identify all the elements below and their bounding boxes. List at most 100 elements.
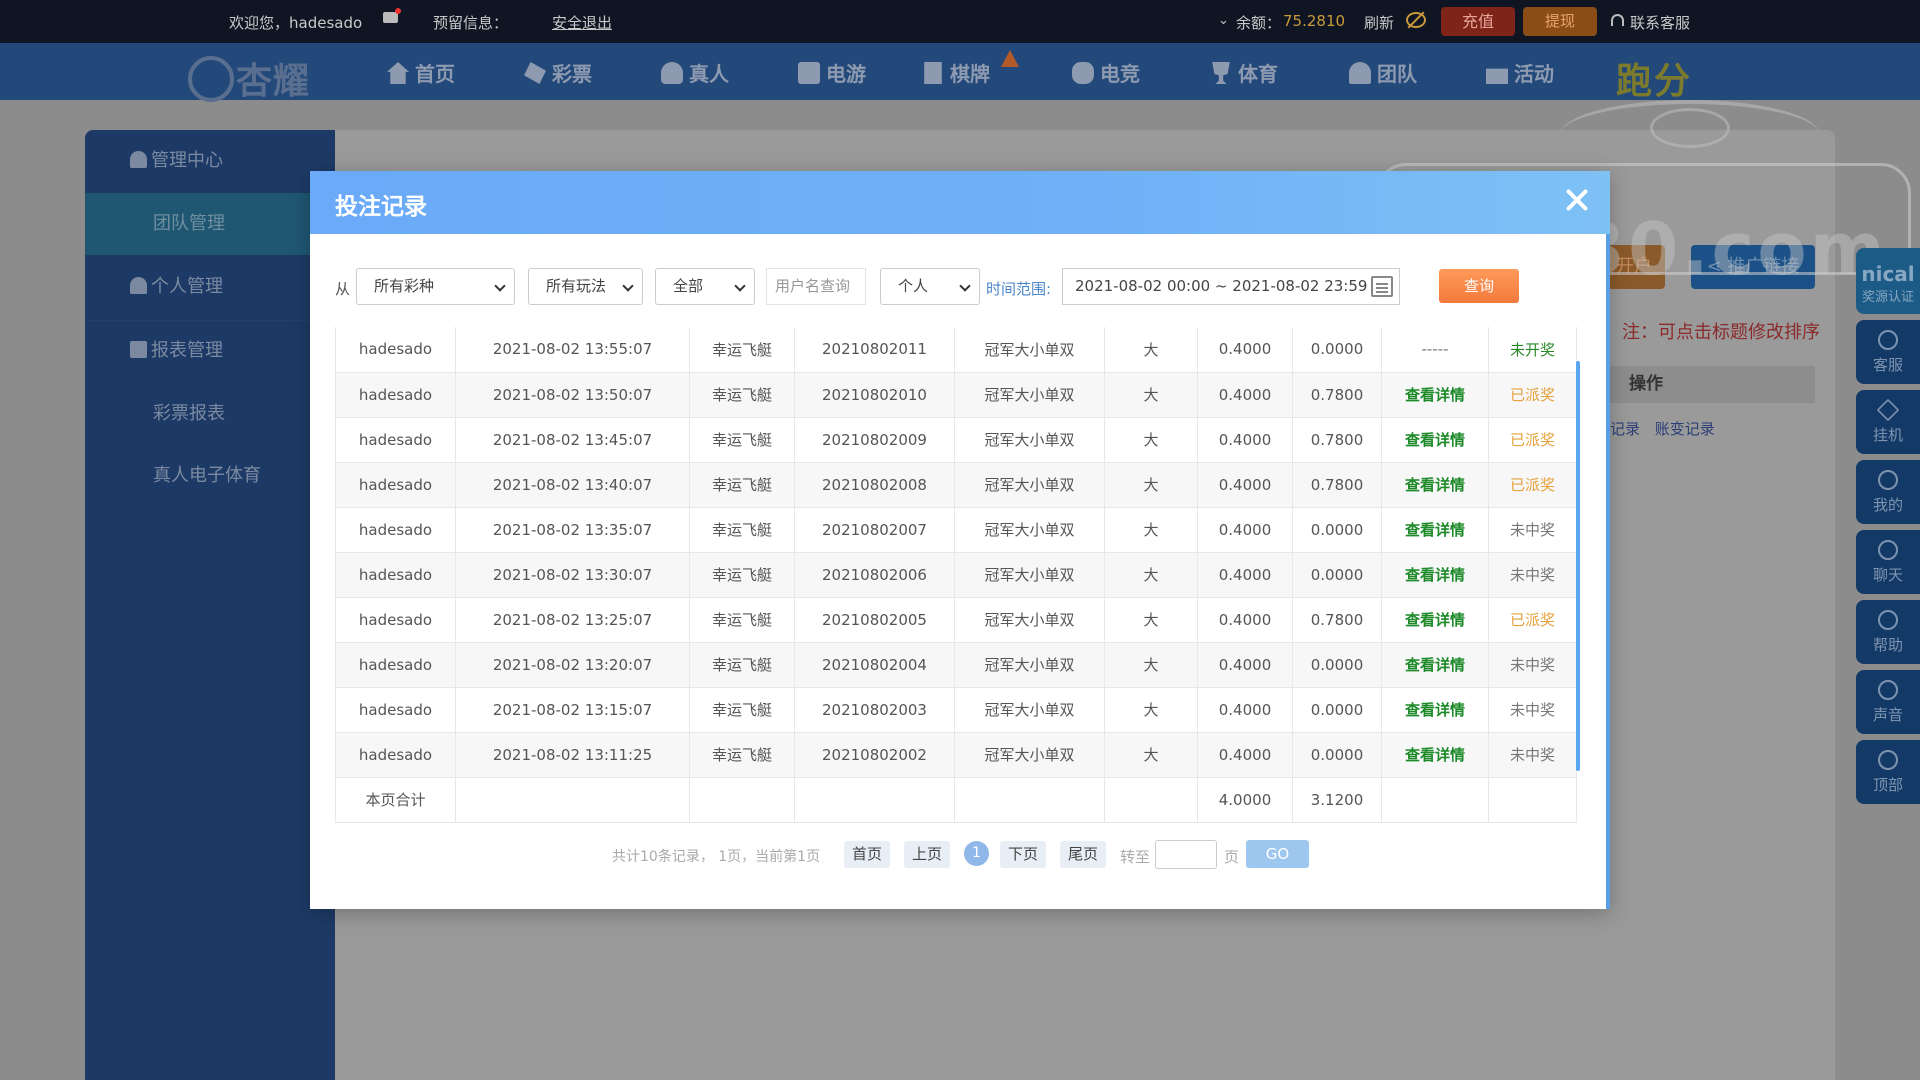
nav-slots[interactable]: 电游 (798, 58, 866, 86)
bet-amount-cell: 0.4000 (1197, 732, 1293, 778)
view-detail-link[interactable]: 查看详情 (1381, 597, 1489, 643)
sidebar-item-lottery-report[interactable]: 彩票报表 (85, 383, 335, 445)
issue-cell: 20210802010 (794, 372, 955, 418)
right-bar-top[interactable]: 顶部 (1856, 740, 1920, 804)
support-link[interactable]: 联系客服 (1630, 12, 1690, 33)
watermark-ornament-swirl (1650, 108, 1730, 148)
modal-scrollbar[interactable] (1606, 234, 1610, 909)
user-icon (130, 277, 147, 294)
nav-home[interactable]: 首页 (387, 58, 455, 86)
card-icon (924, 62, 942, 84)
bet-time-cell: 2021-08-02 13:11:25 (455, 732, 690, 778)
bet-amount-cell: 0.4000 (1197, 507, 1293, 553)
bet-content-cell: 大 (1104, 687, 1198, 733)
right-bar-chat[interactable]: 聊天 (1856, 530, 1920, 594)
bet-content-cell: 大 (1104, 417, 1198, 463)
bet-time-cell: 2021-08-02 13:25:07 (455, 597, 690, 643)
status-select[interactable]: 全部 (655, 268, 755, 305)
bet-time-cell: 2021-08-02 13:15:07 (455, 687, 690, 733)
site-logo[interactable]: 杏耀 (187, 52, 310, 104)
right-bar-help[interactable]: 帮助 (1856, 600, 1920, 664)
right-bar-support[interactable]: 客服 (1856, 320, 1920, 384)
win-amount-cell: 0.0000 (1292, 327, 1382, 373)
query-button[interactable]: 查询 (1439, 269, 1519, 303)
issue-cell: 20210802011 (794, 327, 955, 373)
recharge-button[interactable]: 充值 (1441, 7, 1515, 36)
gamepad-icon (1072, 62, 1094, 84)
bet-amount-cell: 0.4000 (1197, 417, 1293, 463)
date-range-input[interactable]: 2021-08-02 00:00 ~ 2021-08-02 23:59 (1062, 268, 1400, 305)
next-page-button[interactable]: 下页 (1000, 841, 1047, 868)
sidebar-item-personal[interactable]: 个人管理 (85, 256, 335, 318)
mail-icon[interactable] (383, 8, 401, 23)
sidebar-item-live-report[interactable]: 真人电子体育 (85, 445, 335, 507)
chevron-down-icon[interactable]: ⌄ (1218, 13, 1229, 28)
sort-note: 注：可点击标题修改排序 (1622, 322, 1820, 343)
current-page[interactable]: 1 (964, 841, 989, 866)
top-strip: 欢迎您，hadesado 预留信息： 安全退出 ⌄ 余额： 75.2810 刷新… (0, 0, 1920, 43)
lottery-cell: 幸运飞艇 (689, 597, 795, 643)
play-cell: 冠军大小单双 (954, 372, 1105, 418)
balance-change-link[interactable]: 账变记录 (1655, 420, 1715, 438)
issue-cell: 20210802006 (794, 552, 955, 598)
nav-live[interactable]: 真人 (661, 58, 729, 86)
issue-cell: 20210802009 (794, 417, 955, 463)
view-detail-link[interactable]: 查看详情 (1381, 732, 1489, 778)
view-detail-link[interactable]: 查看详情 (1381, 552, 1489, 598)
lottery-select[interactable]: 所有彩种 (356, 268, 515, 305)
dealer-icon (661, 62, 683, 84)
scope-select[interactable]: 个人 (880, 268, 980, 305)
right-bar-sound[interactable]: 声音 (1856, 670, 1920, 734)
calendar-icon[interactable] (1371, 276, 1393, 297)
play-cell: 冠军大小单双 (954, 417, 1105, 463)
modal-title: 投注记录 (335, 194, 427, 220)
lottery-cell: 幸运飞艇 (689, 372, 795, 418)
view-detail-link[interactable]: 查看详情 (1381, 687, 1489, 733)
play-cell: 冠军大小单双 (954, 732, 1105, 778)
bet-amount-cell: 0.4000 (1197, 687, 1293, 733)
view-detail-link[interactable]: 查看详情 (1381, 417, 1489, 463)
certification-badge[interactable]: nical 奖源认证 (1856, 248, 1920, 314)
username-cell: hadesado (335, 597, 456, 643)
last-page-button[interactable]: 尾页 (1060, 841, 1107, 868)
sidebar-item-manage-center[interactable]: 管理中心 (85, 130, 335, 192)
table-scrollbar[interactable] (1576, 361, 1580, 771)
play-select[interactable]: 所有玩法 (528, 268, 643, 305)
withdraw-button[interactable]: 提现 (1523, 7, 1597, 36)
chevron-down-icon (494, 280, 506, 292)
win-amount-cell: 0.7800 (1292, 597, 1382, 643)
prev-page-button[interactable]: 上页 (904, 841, 951, 868)
nav-sports[interactable]: 体育 (1210, 58, 1278, 86)
gift-icon (1486, 68, 1508, 84)
nav-cards[interactable]: 棋牌 (922, 58, 990, 86)
nav-activity[interactable]: 活动 (1486, 58, 1554, 86)
document-icon (130, 341, 147, 358)
refresh-link[interactable]: 刷新 (1364, 12, 1394, 33)
view-detail-link[interactable]: 查看详情 (1381, 642, 1489, 688)
record-link[interactable]: 记录 (1610, 420, 1640, 438)
username-cell: hadesado (335, 462, 456, 508)
close-icon[interactable] (1561, 184, 1593, 216)
nav-esports[interactable]: 电竞 (1072, 58, 1140, 86)
right-bar-auto[interactable]: 挂机 (1856, 390, 1920, 454)
sidebar-item-reports[interactable]: 报表管理 (85, 320, 335, 382)
issue-cell: 20210802004 (794, 642, 955, 688)
hide-balance-icon[interactable] (1406, 12, 1426, 28)
bet-table: hadesado 2021-08-02 13:55:07 幸运飞艇 202108020… (335, 327, 1578, 823)
view-detail-link[interactable]: 查看详情 (1381, 462, 1489, 508)
nav-lottery[interactable]: 彩票 (524, 58, 592, 86)
view-detail-link[interactable]: 查看详情 (1381, 372, 1489, 418)
go-button[interactable]: GO (1246, 840, 1309, 868)
goto-page-input[interactable] (1155, 840, 1217, 869)
nav-team[interactable]: 团队 (1349, 58, 1417, 86)
summary-win-total: 3.1200 (1292, 777, 1382, 823)
right-bar-mine[interactable]: 我的 (1856, 460, 1920, 524)
sidebar-item-team-manage[interactable]: 团队管理 (85, 193, 335, 255)
view-detail-link[interactable]: 查看详情 (1381, 507, 1489, 553)
first-page-button[interactable]: 首页 (844, 841, 891, 868)
username-search-input[interactable]: 用户名查询 (766, 268, 866, 305)
nav-paofen[interactable]: 跑分 (1616, 52, 1692, 104)
logout-link[interactable]: 安全退出 (552, 12, 612, 33)
issue-cell: 20210802005 (794, 597, 955, 643)
username-cell: hadesado (335, 687, 456, 733)
